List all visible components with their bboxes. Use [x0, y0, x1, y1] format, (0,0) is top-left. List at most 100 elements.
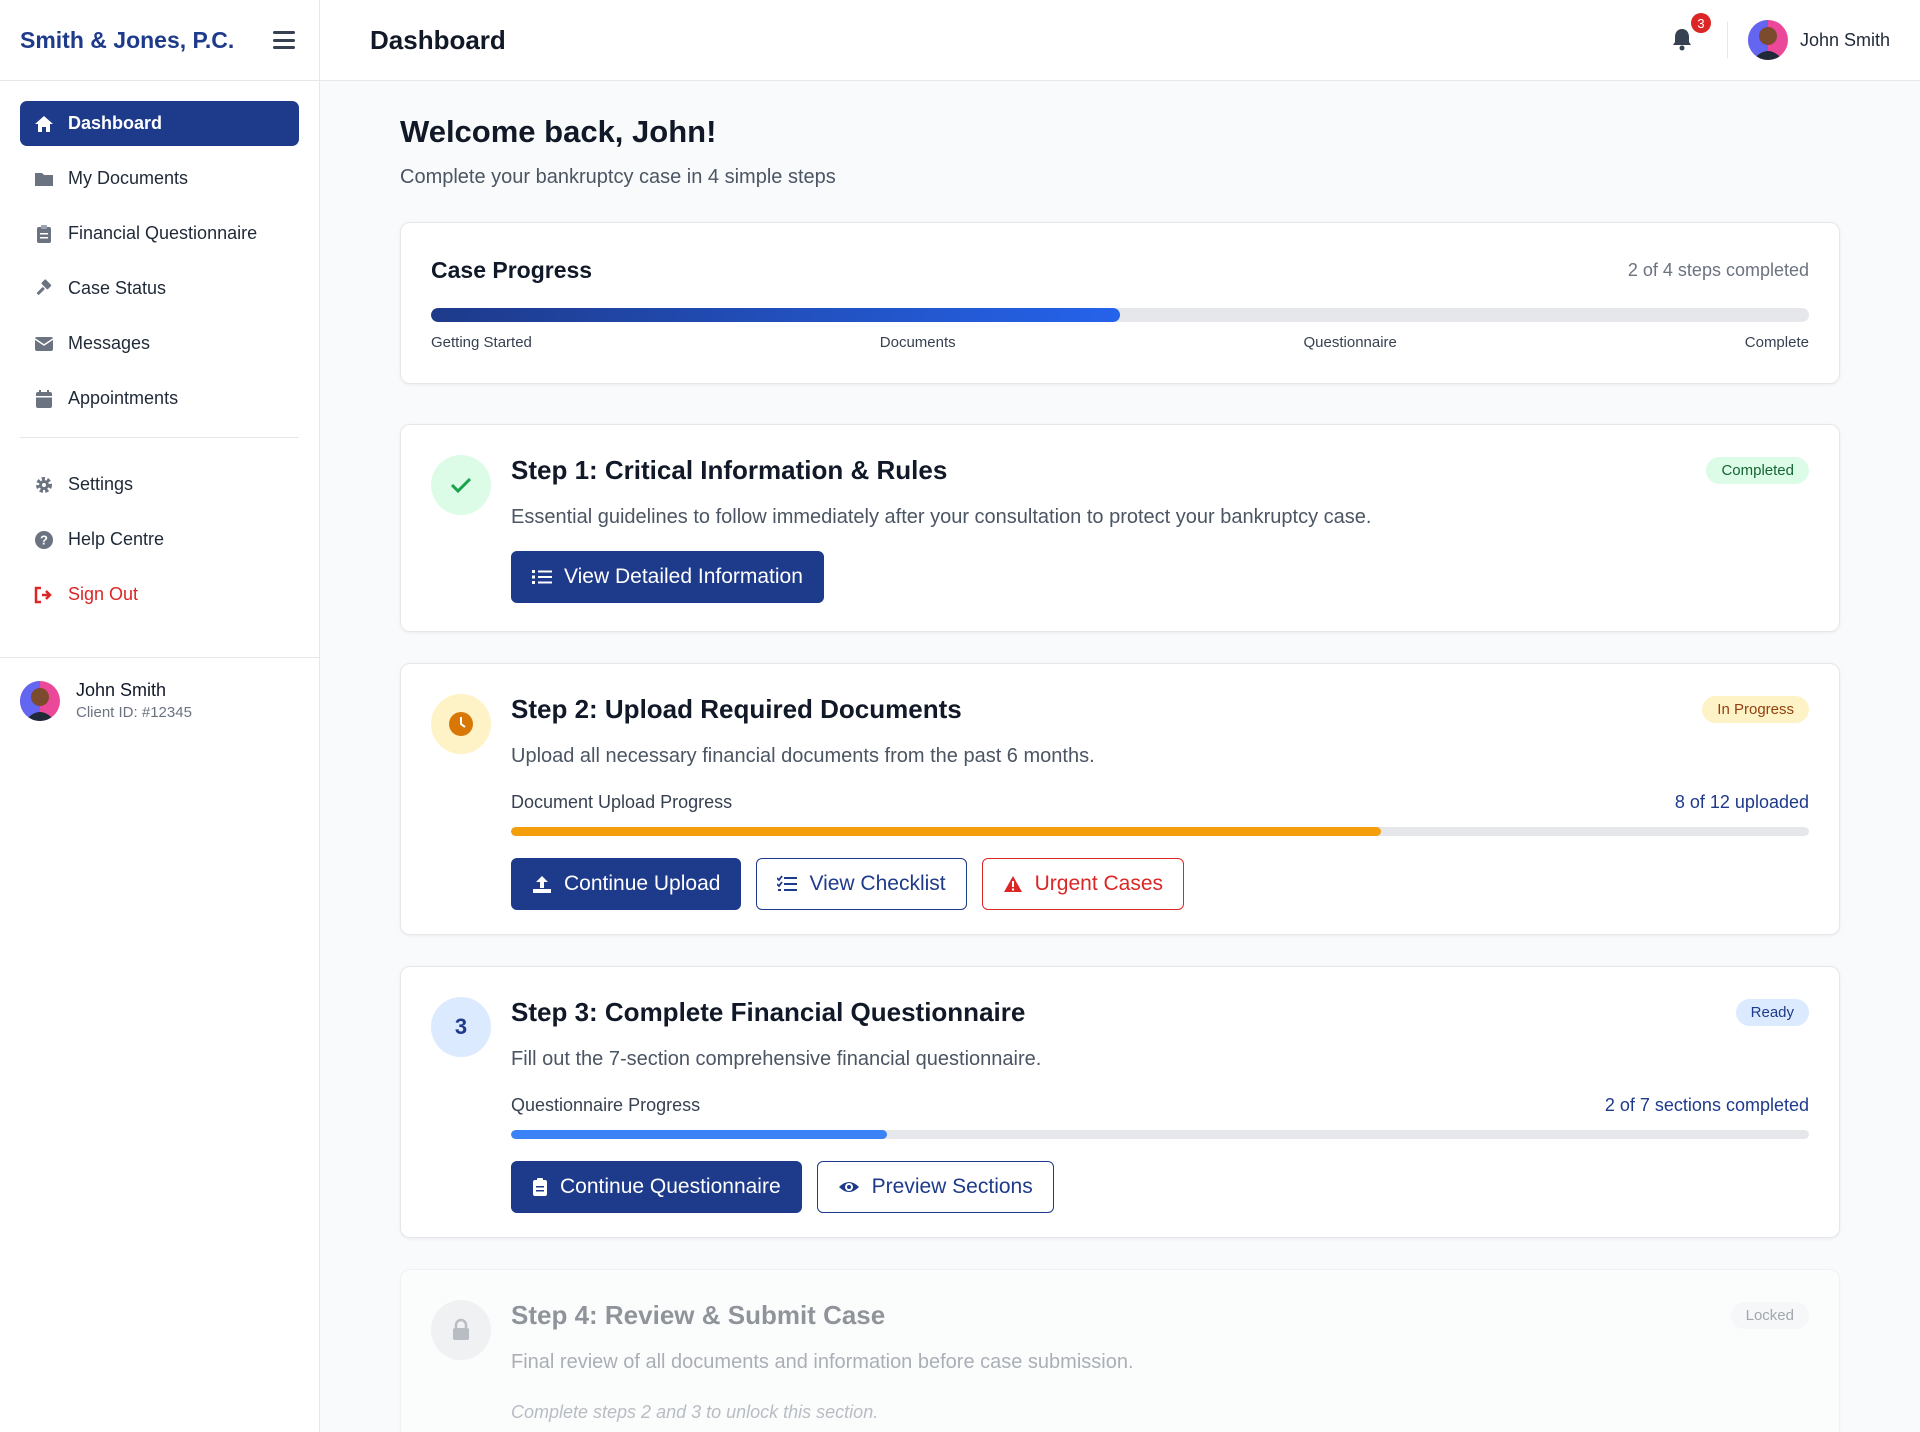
step-1-card: Completed Step 1: Critical Information &… — [400, 424, 1840, 632]
upload-progress-count: 8 of 12 uploaded — [1674, 792, 1809, 812]
step-description: Upload all necessary financial documents… — [511, 745, 1095, 767]
step-4-card: Locked Step 4: Review & Submit Case Fina… — [400, 1269, 1840, 1432]
button-label: Continue Questionnaire — [560, 1175, 781, 1198]
preview-sections-button[interactable]: Preview Sections — [816, 1161, 1054, 1213]
step-title: Step 1: Critical Information & Rules — [511, 455, 948, 485]
svg-text:?: ? — [40, 532, 48, 547]
main-content: Welcome back, John! Complete your bankru… — [400, 81, 1840, 1432]
step-description: Fill out the 7-section comprehensive fin… — [511, 1048, 1042, 1070]
brand-logo[interactable]: Smith & Jones, P.C. — [20, 27, 234, 54]
user-name: John Smith — [76, 680, 167, 700]
sidebar-item-label: My Documents — [68, 168, 189, 188]
sidebar-item-documents[interactable]: My Documents — [20, 156, 299, 201]
case-progress-card: Case Progress 2 of 4 steps completed Get… — [400, 222, 1840, 384]
page-title: Dashboard — [370, 24, 506, 55]
status-badge: In Progress — [1702, 696, 1809, 723]
menu-toggle-icon[interactable] — [273, 31, 295, 49]
sidebar-divider — [20, 437, 299, 438]
progress-label-documents: Documents — [879, 334, 956, 351]
bell-icon — [1672, 29, 1691, 51]
locked-note: Complete steps 2 and 3 to unlock this se… — [511, 1402, 879, 1422]
button-label: Preview Sections — [871, 1175, 1033, 1198]
continue-questionnaire-button[interactable]: Continue Questionnaire — [511, 1161, 802, 1213]
sidebar-item-label: Case Status — [68, 278, 167, 298]
sidebar-secondary-nav: Settings ? Help Centre Sign Out — [0, 462, 319, 617]
sidebar-item-questionnaire[interactable]: Financial Questionnaire — [20, 211, 299, 256]
sidebar-item-label: Appointments — [68, 388, 179, 408]
lock-icon — [431, 1300, 491, 1360]
warning-icon — [1003, 876, 1022, 892]
sidebar-item-sign-out[interactable]: Sign Out — [20, 572, 299, 617]
checklist-icon — [777, 875, 798, 891]
avatar — [1747, 20, 1788, 60]
sidebar-item-appointments[interactable]: Appointments — [20, 376, 299, 421]
button-label: Urgent Cases — [1034, 872, 1164, 895]
step-description: Final review of all documents and inform… — [511, 1351, 1134, 1373]
urgent-cases-button[interactable]: Urgent Cases — [981, 858, 1185, 910]
upload-icon — [533, 876, 551, 893]
view-checklist-button[interactable]: View Checklist — [756, 858, 967, 910]
gavel-icon — [34, 278, 54, 299]
notification-count-badge: 3 — [1690, 13, 1711, 33]
continue-upload-button[interactable]: Continue Upload — [511, 858, 742, 910]
notifications-button[interactable]: 3 — [1671, 13, 1711, 53]
avatar — [20, 680, 60, 721]
case-progress-labels: Getting Started Documents Questionnaire … — [431, 334, 1809, 351]
sidebar-item-label: Messages — [68, 333, 151, 353]
sidebar-item-label: Settings — [68, 474, 134, 494]
sidebar-nav: Dashboard My Documents Financial Questio… — [0, 81, 319, 421]
folder-icon — [34, 169, 54, 189]
home-icon — [34, 114, 54, 134]
upload-progress-label: Document Upload Progress — [511, 792, 733, 812]
button-label: View Detailed Information — [564, 565, 803, 588]
progress-label-getting-started: Getting Started — [431, 334, 532, 351]
sidebar-item-help[interactable]: ? Help Centre — [20, 517, 299, 562]
eye-icon — [838, 1182, 859, 1192]
upload-progress-bar — [511, 827, 1809, 836]
sidebar-item-case-status[interactable]: Case Status — [20, 266, 299, 311]
sign-out-icon — [34, 585, 54, 605]
step-3-card: 3 Ready Step 3: Complete Financial Quest… — [400, 966, 1840, 1238]
sidebar-item-label: Dashboard — [68, 113, 163, 133]
step-description: Essential guidelines to follow immediate… — [511, 506, 1372, 528]
case-progress-fill — [431, 308, 1120, 322]
welcome-subtitle: Complete your bankruptcy case in 4 simpl… — [400, 166, 836, 188]
view-detailed-information-button[interactable]: View Detailed Information — [511, 551, 824, 603]
list-icon — [532, 570, 552, 584]
case-progress-count: 2 of 4 steps completed — [1627, 260, 1809, 280]
button-label: View Checklist — [809, 872, 946, 895]
user-menu[interactable]: John Smith — [1747, 20, 1890, 60]
case-progress-title: Case Progress — [431, 257, 593, 283]
clipboard-icon — [533, 1178, 547, 1196]
sidebar-item-messages[interactable]: Messages — [20, 321, 299, 366]
case-progress-bar — [431, 308, 1809, 322]
progress-label-questionnaire: Questionnaire — [1303, 334, 1397, 351]
user-menu-name: John Smith — [1799, 29, 1890, 50]
questionnaire-progress-count: 2 of 7 sections completed — [1604, 1095, 1809, 1115]
step-title: Step 3: Complete Financial Questionnaire — [511, 997, 1026, 1027]
sidebar-item-label: Sign Out — [68, 584, 139, 604]
clock-icon — [431, 694, 491, 754]
topbar-divider — [1726, 22, 1728, 58]
questionnaire-progress-bar — [511, 1130, 1809, 1139]
sidebar: Smith & Jones, P.C. Dashboard My Documen… — [0, 0, 320, 1432]
status-badge: Completed — [1706, 457, 1809, 484]
upload-progress-fill — [511, 827, 1381, 836]
clipboard-icon — [34, 224, 54, 244]
question-circle-icon: ? — [34, 530, 54, 550]
welcome-heading: Welcome back, John! — [400, 114, 717, 149]
envelope-icon — [34, 334, 54, 354]
step-title: Step 4: Review & Submit Case — [511, 1300, 886, 1330]
questionnaire-progress-fill — [511, 1130, 888, 1139]
sidebar-item-dashboard[interactable]: Dashboard — [20, 101, 299, 146]
progress-label-complete: Complete — [1744, 334, 1809, 351]
status-badge: Ready — [1735, 999, 1809, 1026]
sidebar-item-settings[interactable]: Settings — [20, 462, 299, 507]
status-badge: Locked — [1730, 1302, 1809, 1329]
questionnaire-progress-label: Questionnaire Progress — [511, 1095, 701, 1115]
step-number: 3 — [431, 997, 491, 1057]
step-title: Step 2: Upload Required Documents — [511, 694, 962, 724]
top-bar: Dashboard 3 John Smith — [320, 0, 1920, 81]
sidebar-user-profile[interactable]: John Smith Client ID: #12345 — [0, 657, 320, 743]
gear-icon — [34, 475, 54, 495]
